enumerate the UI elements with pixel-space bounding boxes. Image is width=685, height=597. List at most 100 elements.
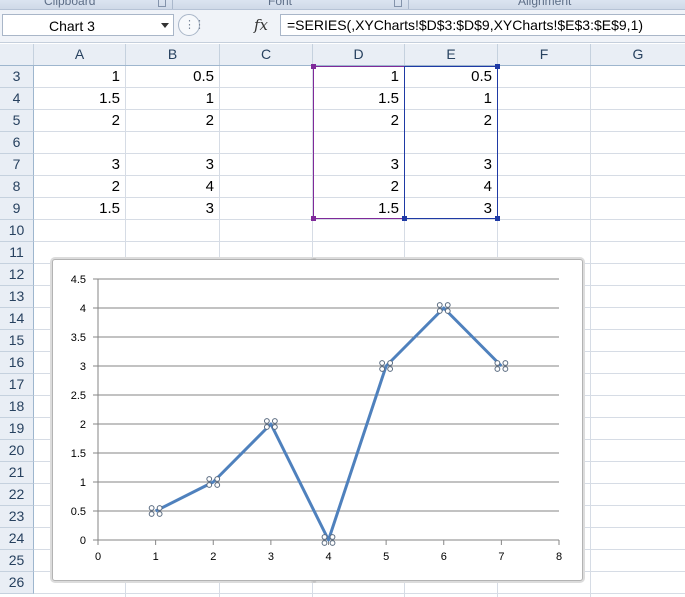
column-header-a[interactable]: A [34, 44, 126, 65]
cell-a5[interactable]: 2 [34, 110, 120, 131]
point-handle[interactable] [502, 366, 509, 372]
point-handle[interactable] [263, 418, 270, 424]
cell-b7[interactable]: 3 [126, 154, 214, 175]
column-header-d[interactable]: D [313, 44, 405, 65]
row-header-24[interactable]: 24 [0, 528, 34, 550]
x-tick-label: 5 [383, 551, 389, 563]
row-header-5[interactable]: 5 [0, 110, 34, 132]
cell-e4[interactable]: 1 [405, 88, 492, 109]
cell-a8[interactable]: 2 [34, 176, 120, 197]
point-handle[interactable] [321, 534, 328, 540]
cell-d4[interactable]: 1.5 [313, 88, 399, 109]
column-header-b[interactable]: B [126, 44, 220, 65]
row-header-20[interactable]: 20 [0, 440, 34, 462]
point-handle[interactable] [206, 476, 213, 482]
row-header-25[interactable]: 25 [0, 550, 34, 572]
row-header-19[interactable]: 19 [0, 418, 34, 440]
row-header-13[interactable]: 13 [0, 286, 34, 308]
cell-d9[interactable]: 1.5 [313, 198, 399, 219]
font-launcher-icon[interactable] [394, 0, 402, 7]
cell-e9[interactable]: 3 [405, 198, 492, 219]
point-handle[interactable] [271, 418, 278, 424]
point-handle[interactable] [214, 476, 221, 482]
formula-input[interactable]: =SERIES(,XYCharts!$D$3:$D$9,XYCharts!$E$… [280, 14, 685, 36]
column-header-c[interactable]: C [220, 44, 313, 65]
row-header-7[interactable]: 7 [0, 154, 34, 176]
point-handle[interactable] [379, 360, 386, 366]
ribbon-group-font: Font [268, 0, 293, 8]
cell-e5[interactable]: 2 [405, 110, 492, 131]
gridline [590, 66, 591, 597]
insert-function-icon[interactable]: fx [254, 16, 268, 34]
row-header-3[interactable]: 3 [0, 66, 34, 88]
clipboard-launcher-icon[interactable] [158, 0, 166, 7]
point-handle[interactable] [329, 540, 336, 546]
formula-bar-resize-handle[interactable]: ⋮⋮ [178, 14, 205, 36]
cell-d8[interactable]: 2 [313, 176, 399, 197]
point-handle[interactable] [148, 511, 155, 517]
row-header-23[interactable]: 23 [0, 506, 34, 528]
row-header-14[interactable]: 14 [0, 308, 34, 330]
row-header-11[interactable]: 11 [0, 242, 34, 264]
point-handle[interactable] [436, 308, 443, 314]
chart-object[interactable]: ∙∙∙∙ ∙∙∙∙ 0 0.5 1 1.5 2 2.5 3 3.5 4 4.5 0 1 2 3 4 5 6 7 8 [52, 254, 584, 586]
point-handle[interactable] [206, 482, 213, 488]
row-header-6[interactable]: 6 [0, 132, 34, 154]
row-header-16[interactable]: 16 [0, 352, 34, 374]
row-header-4[interactable]: 4 [0, 88, 34, 110]
point-handle[interactable] [494, 366, 501, 372]
cell-a3[interactable]: 1 [34, 66, 120, 87]
y-tick-label: 1 [80, 477, 86, 489]
point-handle[interactable] [494, 360, 501, 366]
point-handle[interactable] [379, 366, 386, 372]
point-handle[interactable] [329, 534, 336, 540]
row-header-17[interactable]: 17 [0, 374, 34, 396]
cell-a9[interactable]: 1.5 [34, 198, 120, 219]
point-handle[interactable] [156, 505, 163, 511]
point-handle[interactable] [502, 360, 509, 366]
point-handle[interactable] [263, 424, 270, 430]
point-handle[interactable] [387, 360, 394, 366]
cell-b3[interactable]: 0.5 [126, 66, 214, 87]
point-handle[interactable] [321, 540, 328, 546]
point-handle[interactable] [156, 511, 163, 517]
point-handle[interactable] [444, 308, 451, 314]
line-chart[interactable]: 0 0.5 1 1.5 2 2.5 3 3.5 4 4.5 0 1 2 3 4 5 6 7 8 [53, 260, 584, 582]
column-header-e[interactable]: E [405, 44, 498, 65]
chevron-down-icon[interactable] [161, 23, 169, 28]
cell-d5[interactable]: 2 [313, 110, 399, 131]
point-handle[interactable] [387, 366, 394, 372]
row-header-12[interactable]: 12 [0, 264, 34, 286]
row-header-15[interactable]: 15 [0, 330, 34, 352]
point-handle[interactable] [436, 302, 443, 308]
row-header-9[interactable]: 9 [0, 198, 34, 220]
point-handle[interactable] [214, 482, 221, 488]
row-header-18[interactable]: 18 [0, 396, 34, 418]
cell-b8[interactable]: 4 [126, 176, 214, 197]
cell-e8[interactable]: 4 [405, 176, 492, 197]
cell-e3[interactable]: 0.5 [405, 66, 492, 87]
y-tick-label: 0.5 [71, 506, 86, 518]
name-box[interactable]: Chart 3 [2, 14, 174, 36]
cell-a7[interactable]: 3 [34, 154, 120, 175]
cell-b9[interactable]: 3 [126, 198, 214, 219]
row-header-22[interactable]: 22 [0, 484, 34, 506]
x-tick-label: 6 [441, 551, 447, 563]
cell-d3[interactable]: 1 [313, 66, 399, 87]
cell-d7[interactable]: 3 [313, 154, 399, 175]
cell-a4[interactable]: 1.5 [34, 88, 120, 109]
column-header-f[interactable]: F [498, 44, 591, 65]
row-header-26[interactable]: 26 [0, 572, 34, 594]
cell-b4[interactable]: 1 [126, 88, 214, 109]
row-header-21[interactable]: 21 [0, 462, 34, 484]
cell-e7[interactable]: 3 [405, 154, 492, 175]
row-header-8[interactable]: 8 [0, 176, 34, 198]
point-handle[interactable] [148, 505, 155, 511]
point-handle[interactable] [271, 424, 278, 430]
row-header-10[interactable]: 10 [0, 220, 34, 242]
select-all-corner[interactable] [0, 44, 34, 65]
y-tick-label: 2.5 [71, 390, 86, 402]
point-handle[interactable] [444, 302, 451, 308]
column-header-g[interactable]: G [591, 44, 685, 65]
cell-b5[interactable]: 2 [126, 110, 214, 131]
